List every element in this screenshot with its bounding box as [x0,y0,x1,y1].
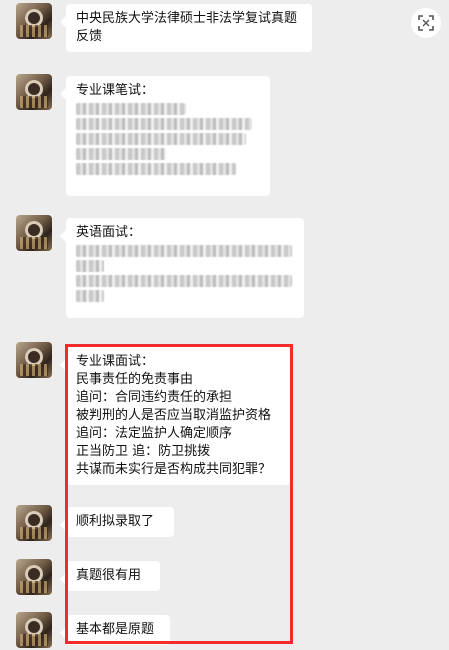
avatar[interactable] [16,342,52,378]
avatar[interactable] [16,215,52,251]
scan-button[interactable] [411,8,441,38]
blurred-text [76,275,292,287]
blurred-text [76,118,252,130]
scan-icon [418,15,434,31]
blurred-text [76,133,246,145]
message-title: 英语面试： [76,225,142,240]
message-title: 专业课笔试： [76,83,155,98]
avatar[interactable] [16,559,52,595]
avatar[interactable] [16,505,52,541]
avatar[interactable] [16,3,52,39]
blurred-text [76,245,292,257]
blurred-text [76,103,186,115]
blurred-text [76,163,236,175]
avatar[interactable] [16,74,52,110]
avatar[interactable] [16,612,52,648]
message-bubble-written-exam[interactable]: 专业课笔试： [60,76,270,196]
message-bubble-english-interview[interactable]: 英语面试： [60,218,304,318]
message-bubble-title[interactable]: 中央民族大学法律硕士非法学复试真题反馈 [60,4,312,52]
blurred-text [76,148,166,160]
blurred-text [76,290,104,302]
highlight-frame [65,344,293,644]
blurred-text [76,260,104,272]
message-text: 中央民族大学法律硕士非法学复试真题反馈 [76,11,298,44]
